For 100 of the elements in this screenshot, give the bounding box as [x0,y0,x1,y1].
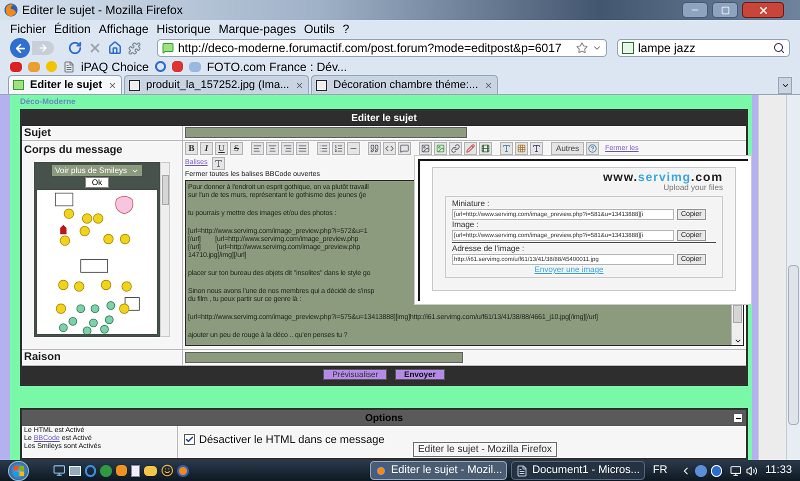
format-button[interactable]: S [230,142,243,156]
toolbar-button[interactable] [398,142,411,156]
menu-item[interactable]: Marque-pages [218,20,296,38]
toolbar-button[interactable] [281,142,294,156]
menu-item[interactable]: ? [342,20,350,38]
servimg-logo: www.servimg.com [603,171,723,183]
notepad-icon[interactable] [130,464,140,476]
bookmark-link[interactable]: iPAQ Choice [81,58,149,76]
toolbar-button[interactable] [449,142,462,156]
search-field[interactable]: lampe jazz [617,39,790,57]
bookmark-icon[interactable] [154,61,166,72]
home-icon[interactable] [108,41,122,55]
toolbar-button[interactable] [368,142,381,156]
browser-icon[interactable] [84,464,96,476]
browser-tab[interactable]: produit_la_157252.jpg (Ima... [124,75,310,94]
scrollbar-thumb[interactable] [788,265,799,425]
preview-button[interactable]: Prévisualiser [323,369,388,380]
toolbar-button[interactable] [212,156,225,170]
desktop-icon[interactable] [52,464,66,477]
toolbar-button[interactable] [419,142,432,156]
subject-field[interactable] [185,127,467,138]
collapse-icon[interactable] [734,414,742,422]
page-icon [63,60,75,72]
star-icon[interactable] [576,42,588,54]
field-label: Adresse de l'image : [452,244,526,254]
toolbar-button[interactable] [530,142,543,156]
toolbar-button[interactable] [251,142,264,156]
toolbar-button[interactable] [586,142,600,156]
reason-field[interactable] [185,352,463,363]
firefox-icon[interactable] [177,464,189,476]
field-label: Corps du message [24,142,124,158]
search-engine-icon[interactable] [622,42,634,54]
toolbar-button[interactable] [383,142,396,156]
media-icon[interactable] [116,465,127,476]
tooltip: Editer le sujet - Mozilla Firefox [413,442,557,457]
globe-icon[interactable] [100,464,112,476]
close-tab-icon[interactable] [295,80,304,90]
menu-item[interactable]: Affichage [98,20,149,38]
window-switch-icon[interactable] [69,466,81,476]
taskbar-button[interactable]: Document1 - Micros... [511,461,645,480]
forward-arrow-icon [38,43,48,53]
browser-tab[interactable]: Décoration chambre théme:... [311,75,498,94]
spoiler-icon [400,144,409,154]
format-button[interactable]: I [200,142,213,156]
format-button[interactable]: B [185,142,198,156]
page-icon [316,80,328,90]
submit-button[interactable]: Envoyer [395,369,445,380]
checkbox-label: Désactiver le HTML dans ce message [199,434,384,446]
menu-item[interactable]: Édition [54,20,91,38]
messenger-icon[interactable] [160,464,174,477]
options-title: Options [365,412,403,426]
menu-item[interactable]: Fichier [10,20,46,38]
help-icon [588,144,598,154]
bookmark-icon[interactable] [10,62,22,72]
toolbar-button[interactable] [296,142,309,156]
volume-icon[interactable] [746,464,758,476]
search-icon[interactable] [773,42,785,54]
format-button[interactable]: U [215,142,228,156]
image-icon [421,144,430,154]
toolbar-button[interactable] [464,142,477,156]
close-button[interactable] [742,2,784,18]
bookmark-link[interactable]: FOTO.com France : Dév... [206,58,348,76]
start-button[interactable] [8,460,30,480]
toolbar-button[interactable] [266,142,279,156]
reload-icon[interactable] [68,41,82,55]
maximize-icon [720,6,730,14]
maximize-button[interactable] [712,2,738,18]
firefox-icon [374,464,387,476]
link-icon [451,144,460,154]
page-icon [13,80,24,90]
tab-list-button[interactable] [778,77,792,94]
toolbar-button[interactable] [515,142,528,156]
form-title: Editer le sujet [351,112,417,126]
network-icon[interactable] [730,464,742,476]
back-button[interactable] [10,38,30,58]
toolbar-button[interactable] [347,142,360,156]
language-indicator[interactable]: FR [652,462,668,479]
toolbar-button[interactable] [434,142,447,156]
tray-icon[interactable] [710,464,722,476]
scrollbar-thumb[interactable] [733,304,742,323]
menu-item[interactable]: Historique [156,20,211,38]
scrollbar-thumb[interactable] [162,175,168,206]
taskbar-button[interactable]: Editer le sujet - Mozil... [370,461,508,480]
close-tab-icon[interactable] [484,80,494,90]
folder-icon[interactable] [144,466,157,476]
puzzle-icon[interactable] [128,42,141,54]
ok-button[interactable]: Ok [85,177,109,188]
bookmark-icon[interactable] [172,61,183,72]
toolbar-button[interactable] [332,142,345,156]
menu-item[interactable]: Outils [304,20,335,38]
browser-tab[interactable]: Editer le sujet [8,75,122,94]
html-checkbox[interactable] [184,434,195,445]
other-button[interactable]: Autres [551,142,584,156]
address-field[interactable]: http://deco-moderne.forumactif.com/post.forum?mode=editpost&p=6017 [157,39,607,57]
toolbar-button[interactable] [479,142,492,156]
close-tab-icon[interactable] [108,80,118,90]
align-justify-icon [298,144,307,154]
toolbar-button[interactable] [317,142,330,156]
remove-format-icon [214,158,223,168]
clock[interactable]: 11:33 [765,462,792,479]
